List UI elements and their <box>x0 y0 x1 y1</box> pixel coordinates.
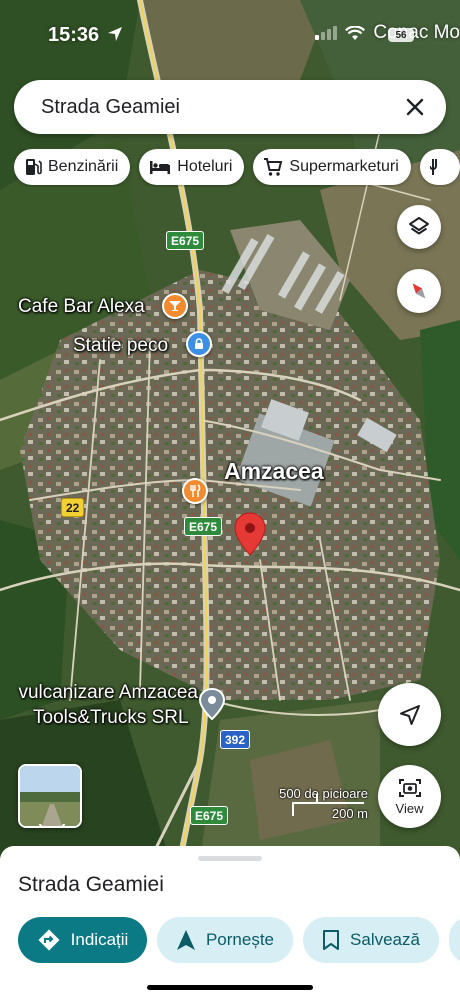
fork-knife-icon[interactable] <box>182 478 208 504</box>
street-view-thumbnail[interactable] <box>18 764 82 828</box>
cocktail-icon[interactable] <box>162 293 188 319</box>
navigation-arrow-outline-icon <box>399 704 420 725</box>
chip-more[interactable] <box>419 149 460 185</box>
more-actions-button[interactable] <box>449 917 460 963</box>
chip-label: Supermarketuri <box>289 158 399 175</box>
place-bottom-sheet[interactable]: Strada Geamiei Indicații Pornește Salvea… <box>0 846 460 1000</box>
wifi-icon <box>345 25 366 40</box>
category-chips: Benzinării Hoteluri Supermarketuri <box>14 149 460 187</box>
layers-button[interactable] <box>397 205 441 249</box>
view-button[interactable]: View <box>378 765 441 828</box>
sheet-grabber[interactable] <box>198 856 262 861</box>
road-shield-392: 392 <box>220 730 251 749</box>
chip-gas-stations[interactable]: Benzinării <box>14 149 131 185</box>
poi-label-cafe-bar[interactable]: Cafe Bar Alexa <box>18 296 145 318</box>
view-button-label: View <box>395 801 424 816</box>
start-label: Pornește <box>205 930 275 949</box>
directions-label: Indicații <box>70 930 129 949</box>
battery-icon: 56 <box>388 28 414 42</box>
status-time: 15:36 <box>48 24 123 47</box>
chip-hotels[interactable]: Hoteluri <box>139 149 245 185</box>
start-button[interactable]: Pornește <box>157 917 293 963</box>
camera-scan-icon <box>398 779 421 797</box>
poi-label-vulcanizare-line2[interactable]: Tools&Trucks SRL <box>33 707 189 729</box>
place-title: Strada Geamiei <box>18 873 164 896</box>
road-shield-e675-south: E675 <box>190 806 229 825</box>
save-button[interactable]: Salvează <box>303 917 439 963</box>
search-query[interactable]: Strada Geamiei <box>41 96 180 119</box>
road-shield-22: 22 <box>61 498 85 517</box>
poi-label-vulcanizare-line1[interactable]: vulcanizare Amzacea <box>18 682 198 704</box>
close-icon[interactable] <box>398 90 432 124</box>
poi-label-gas-station[interactable]: Statie peco <box>73 335 168 357</box>
more-category-icon <box>429 159 437 175</box>
scale-imperial: 500 de picioare <box>279 786 368 801</box>
location-arrow-icon <box>107 27 122 41</box>
chip-supermarkets[interactable]: Supermarketuri <box>253 149 411 185</box>
cellular-signal-icon <box>315 26 338 40</box>
town-label: Amzacea <box>224 458 324 484</box>
compass-icon <box>412 283 426 299</box>
my-location-button[interactable] <box>378 683 441 746</box>
layers-icon <box>409 217 429 235</box>
shopping-cart-icon <box>264 158 283 176</box>
scale-metric: 200 m <box>331 806 368 821</box>
navigation-arrow-icon <box>176 930 195 950</box>
fuel-lock-icon[interactable] <box>186 331 212 357</box>
status-carrier-text: Conac Mo <box>373 22 460 43</box>
gas-station-icon <box>26 159 42 175</box>
directions-button[interactable]: Indicații <box>18 917 147 963</box>
bed-icon <box>150 161 171 174</box>
road-shield-e675-center: E675 <box>184 517 223 536</box>
bookmark-icon <box>323 930 340 950</box>
pin-icon[interactable] <box>199 688 225 720</box>
chip-label: Benzinării <box>48 158 119 175</box>
compass-button[interactable] <box>397 269 441 313</box>
home-indicator <box>147 985 313 990</box>
selected-place-pin-icon[interactable] <box>233 512 267 556</box>
road-shield-e675-north: E675 <box>166 231 205 250</box>
map-scale: 500 de picioare 200 m <box>266 786 370 826</box>
save-label: Salvează <box>350 930 420 949</box>
chip-label: Hoteluri <box>177 158 233 175</box>
directions-icon <box>38 929 60 951</box>
search-bar[interactable]: Strada Geamiei <box>14 80 446 134</box>
action-buttons: Indicații Pornește Salvează <box>18 917 460 963</box>
